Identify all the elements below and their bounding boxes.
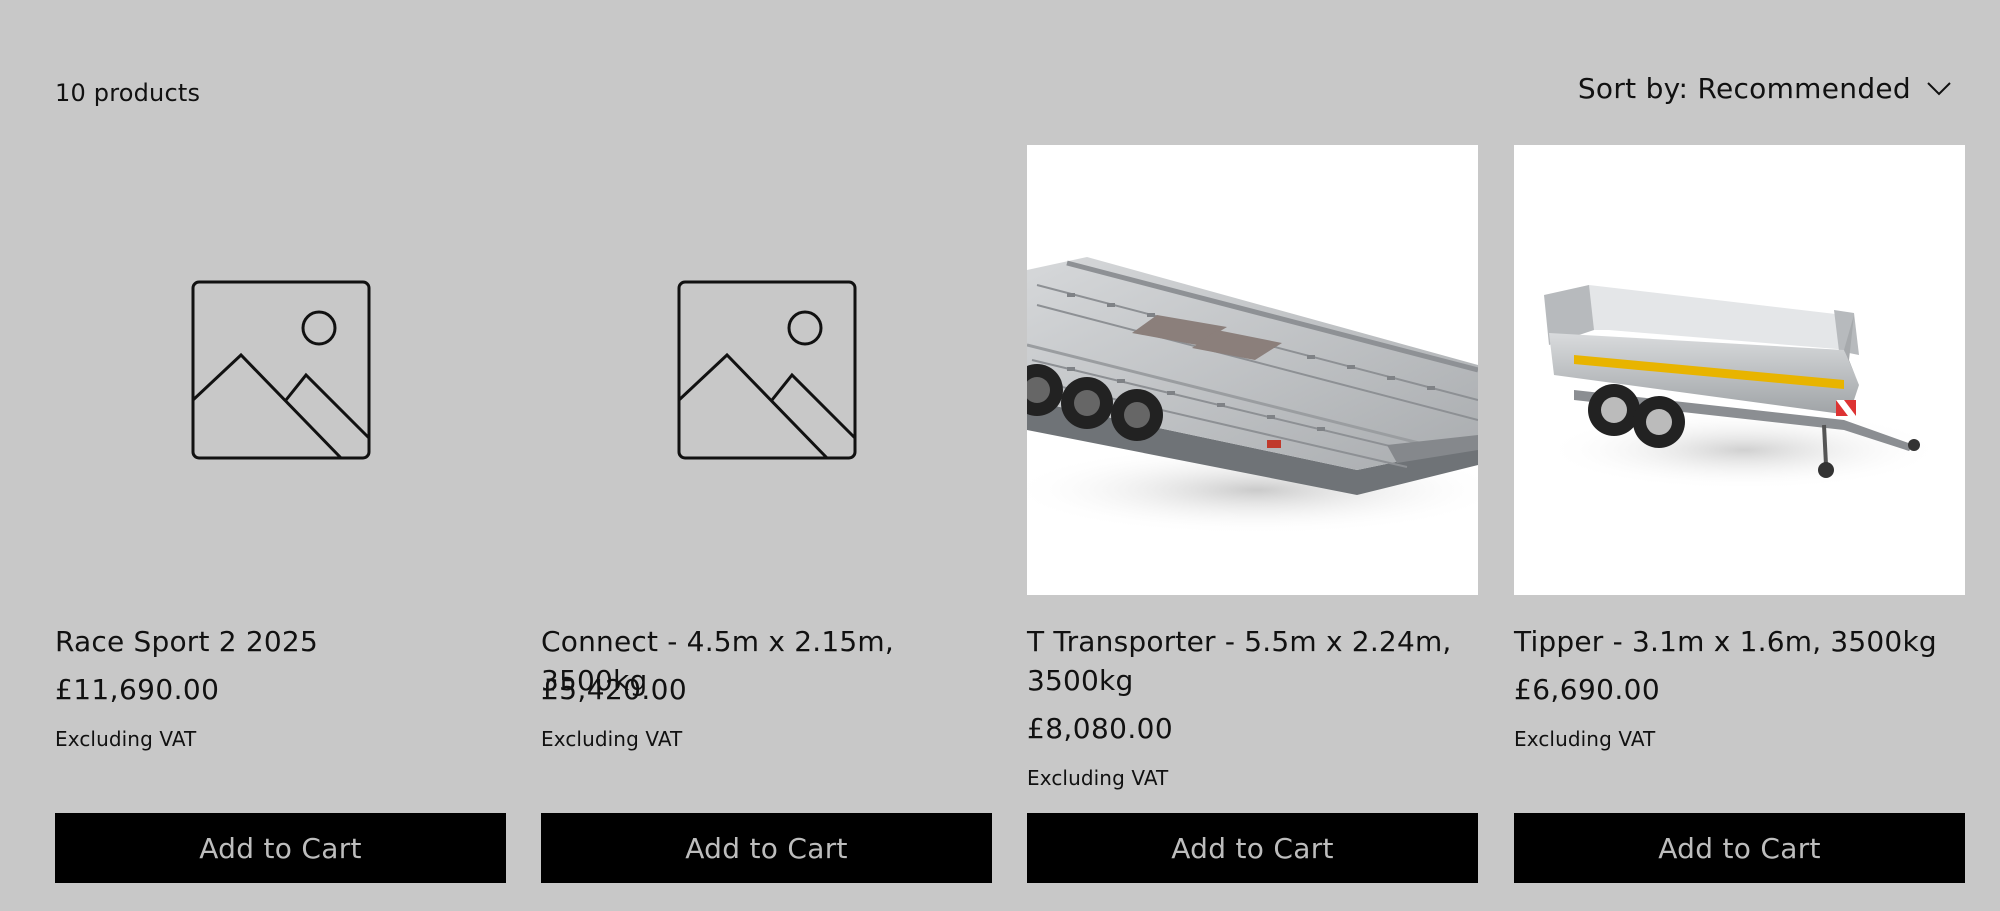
product-card: Race Sport 2 2025 £11,690.00 Excluding V… <box>55 145 506 885</box>
tipper-trailer-photo <box>1544 285 1944 490</box>
product-price: £11,690.00 <box>55 673 220 706</box>
chevron-down-icon <box>1927 81 1951 95</box>
product-price: £5,420.00 <box>541 673 688 706</box>
sort-dropdown[interactable]: Sort by: Recommended <box>1578 72 1951 105</box>
vat-note: Excluding VAT <box>541 727 683 751</box>
product-title[interactable]: Tipper - 3.1m x 1.6m, 3500kg <box>1514 622 1965 661</box>
vat-note: Excluding VAT <box>1027 766 1169 790</box>
product-image-placeholder[interactable] <box>55 145 506 595</box>
product-price: £6,690.00 <box>1514 673 1661 706</box>
product-title[interactable]: Race Sport 2 2025 <box>55 622 506 661</box>
vat-note: Excluding VAT <box>1514 727 1656 751</box>
product-count: 10 products <box>55 79 201 107</box>
add-to-cart-button[interactable]: Add to Cart <box>1514 813 1965 883</box>
product-card: T Transporter - 5.5m x 2.24m, 3500kg £8,… <box>1027 145 1478 885</box>
collection-toolbar: 10 products Sort by: Recommended <box>55 72 1965 120</box>
car-transporter-trailer-photo <box>1027 257 1478 535</box>
product-image[interactable] <box>1027 145 1478 595</box>
add-to-cart-button[interactable]: Add to Cart <box>55 813 506 883</box>
vat-note: Excluding VAT <box>55 727 197 751</box>
product-title[interactable]: T Transporter - 5.5m x 2.24m, 3500kg <box>1027 622 1478 700</box>
add-to-cart-button[interactable]: Add to Cart <box>541 813 992 883</box>
product-price: £8,080.00 <box>1027 712 1174 745</box>
product-card: Tipper - 3.1m x 1.6m, 3500kg £6,690.00 E… <box>1514 145 1965 885</box>
product-grid: Race Sport 2 2025 £11,690.00 Excluding V… <box>55 145 1965 885</box>
placeholder-image-icon <box>191 280 370 460</box>
product-card: Connect - 4.5m x 2.15m, 3500kg £5,420.00… <box>541 145 992 885</box>
placeholder-image-icon <box>677 280 856 460</box>
sort-label: Sort by: Recommended <box>1577 72 1911 105</box>
product-image-placeholder[interactable] <box>541 145 992 595</box>
product-image[interactable] <box>1514 145 1965 595</box>
add-to-cart-button[interactable]: Add to Cart <box>1027 813 1478 883</box>
